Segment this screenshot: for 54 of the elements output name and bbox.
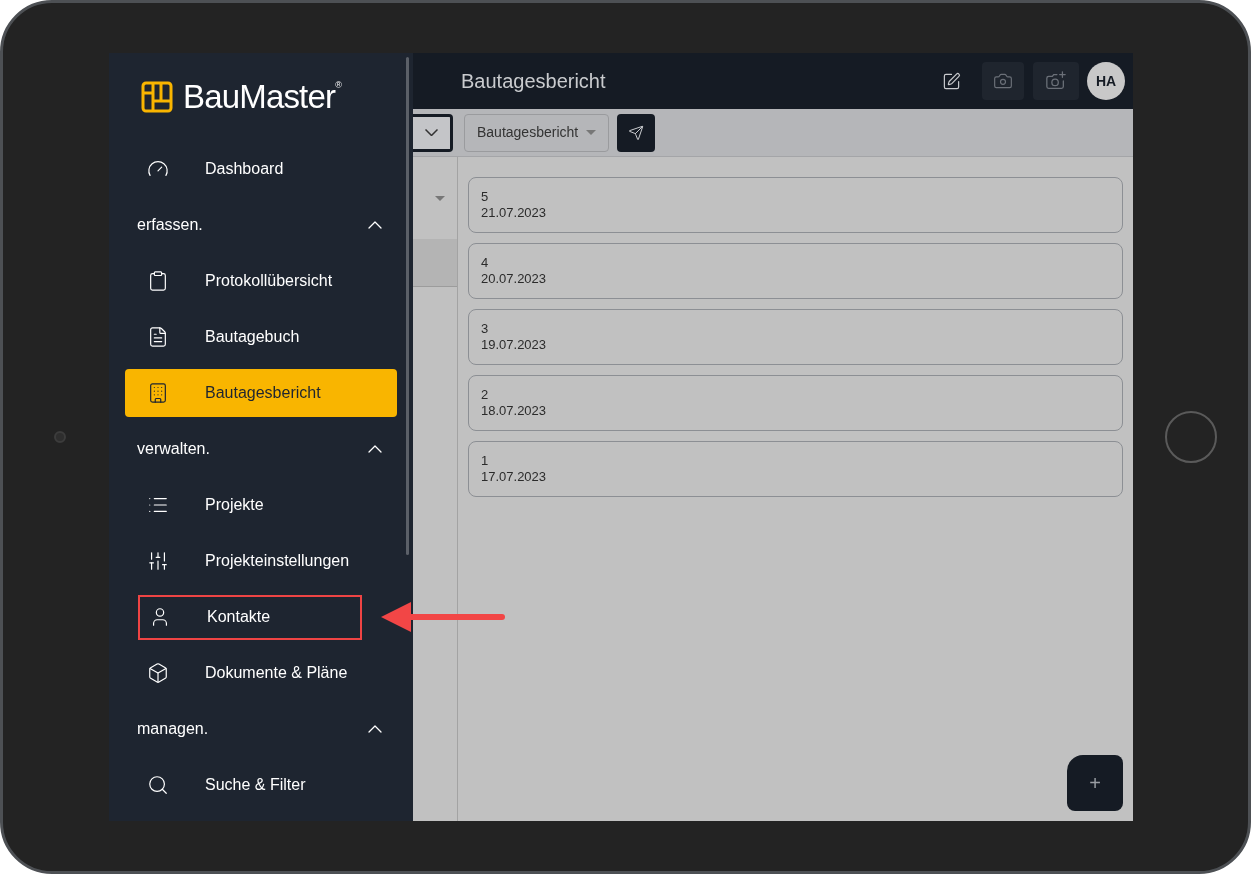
report-number: 1 bbox=[481, 453, 490, 469]
section-label: managen. bbox=[137, 719, 209, 739]
camera-plus-icon bbox=[1045, 70, 1067, 92]
chevron-down-icon bbox=[425, 129, 438, 136]
camera-icon bbox=[993, 71, 1013, 91]
registered-mark: ® bbox=[335, 79, 342, 90]
sidebar-item[interactable]: Dokumente & Pläne bbox=[125, 649, 397, 697]
section-label: verwalten. bbox=[137, 439, 210, 459]
section-label: erfassen. bbox=[137, 215, 203, 235]
report-number: 4 bbox=[481, 255, 490, 271]
sidebar-item[interactable]: Dashboard bbox=[125, 145, 397, 193]
sidebar-item[interactable]: Projekteinstellungen bbox=[125, 537, 397, 585]
search-icon bbox=[147, 774, 169, 796]
add-photo-button[interactable] bbox=[1033, 62, 1079, 100]
report-card[interactable]: 2 18.07.2023 bbox=[468, 375, 1123, 431]
dropdown-select[interactable] bbox=[413, 113, 453, 152]
report-date: 21.07.2023 bbox=[481, 205, 548, 221]
edit-icon bbox=[941, 71, 961, 91]
sidebar-item[interactable]: Protokollübersicht bbox=[125, 257, 397, 305]
report-number: 2 bbox=[481, 387, 490, 403]
document-icon bbox=[147, 326, 169, 348]
send-button[interactable] bbox=[617, 113, 656, 152]
report-card[interactable]: 5 21.07.2023 bbox=[468, 177, 1123, 233]
report-date: 19.07.2023 bbox=[481, 337, 548, 353]
camera-icon bbox=[54, 431, 66, 443]
report-card[interactable]: 4 20.07.2023 bbox=[468, 243, 1123, 299]
scrollbar-icon bbox=[406, 57, 409, 555]
send-icon bbox=[628, 124, 645, 141]
cube-icon bbox=[147, 662, 169, 684]
report-number: 3 bbox=[481, 321, 490, 337]
caret-icon bbox=[435, 195, 445, 201]
clipboard-icon bbox=[147, 270, 169, 292]
avatar[interactable]: HA bbox=[1087, 62, 1125, 100]
logo-text: BauMaster bbox=[183, 77, 336, 118]
sidebar-item[interactable]: Bautagesbericht bbox=[125, 369, 397, 417]
home-button-icon bbox=[1165, 411, 1217, 463]
camera-button[interactable] bbox=[982, 62, 1024, 100]
sidebar-item[interactable]: Projekte bbox=[125, 481, 397, 529]
report-date: 20.07.2023 bbox=[481, 271, 548, 287]
building-icon bbox=[147, 382, 169, 404]
sidebar-item[interactable]: Kontakte bbox=[138, 594, 362, 640]
report-date: 18.07.2023 bbox=[481, 403, 548, 419]
report-date: 17.07.2023 bbox=[481, 469, 548, 485]
sliders-icon bbox=[147, 550, 169, 572]
add-button[interactable]: + bbox=[1067, 755, 1123, 811]
report-card[interactable]: 3 19.07.2023 bbox=[468, 309, 1123, 365]
sidebar-item[interactable]: Suche & Filter bbox=[125, 761, 397, 809]
sidebar-item[interactable]: Bautagebuch bbox=[125, 313, 397, 361]
report-card[interactable]: 1 17.07.2023 bbox=[468, 441, 1123, 497]
logo-icon bbox=[141, 81, 173, 113]
report-number: 5 bbox=[481, 189, 490, 205]
page-title: Bautagesbericht bbox=[460, 69, 607, 94]
report-type-select[interactable]: Bautagesbericht bbox=[464, 113, 610, 152]
caret-icon bbox=[586, 130, 597, 135]
